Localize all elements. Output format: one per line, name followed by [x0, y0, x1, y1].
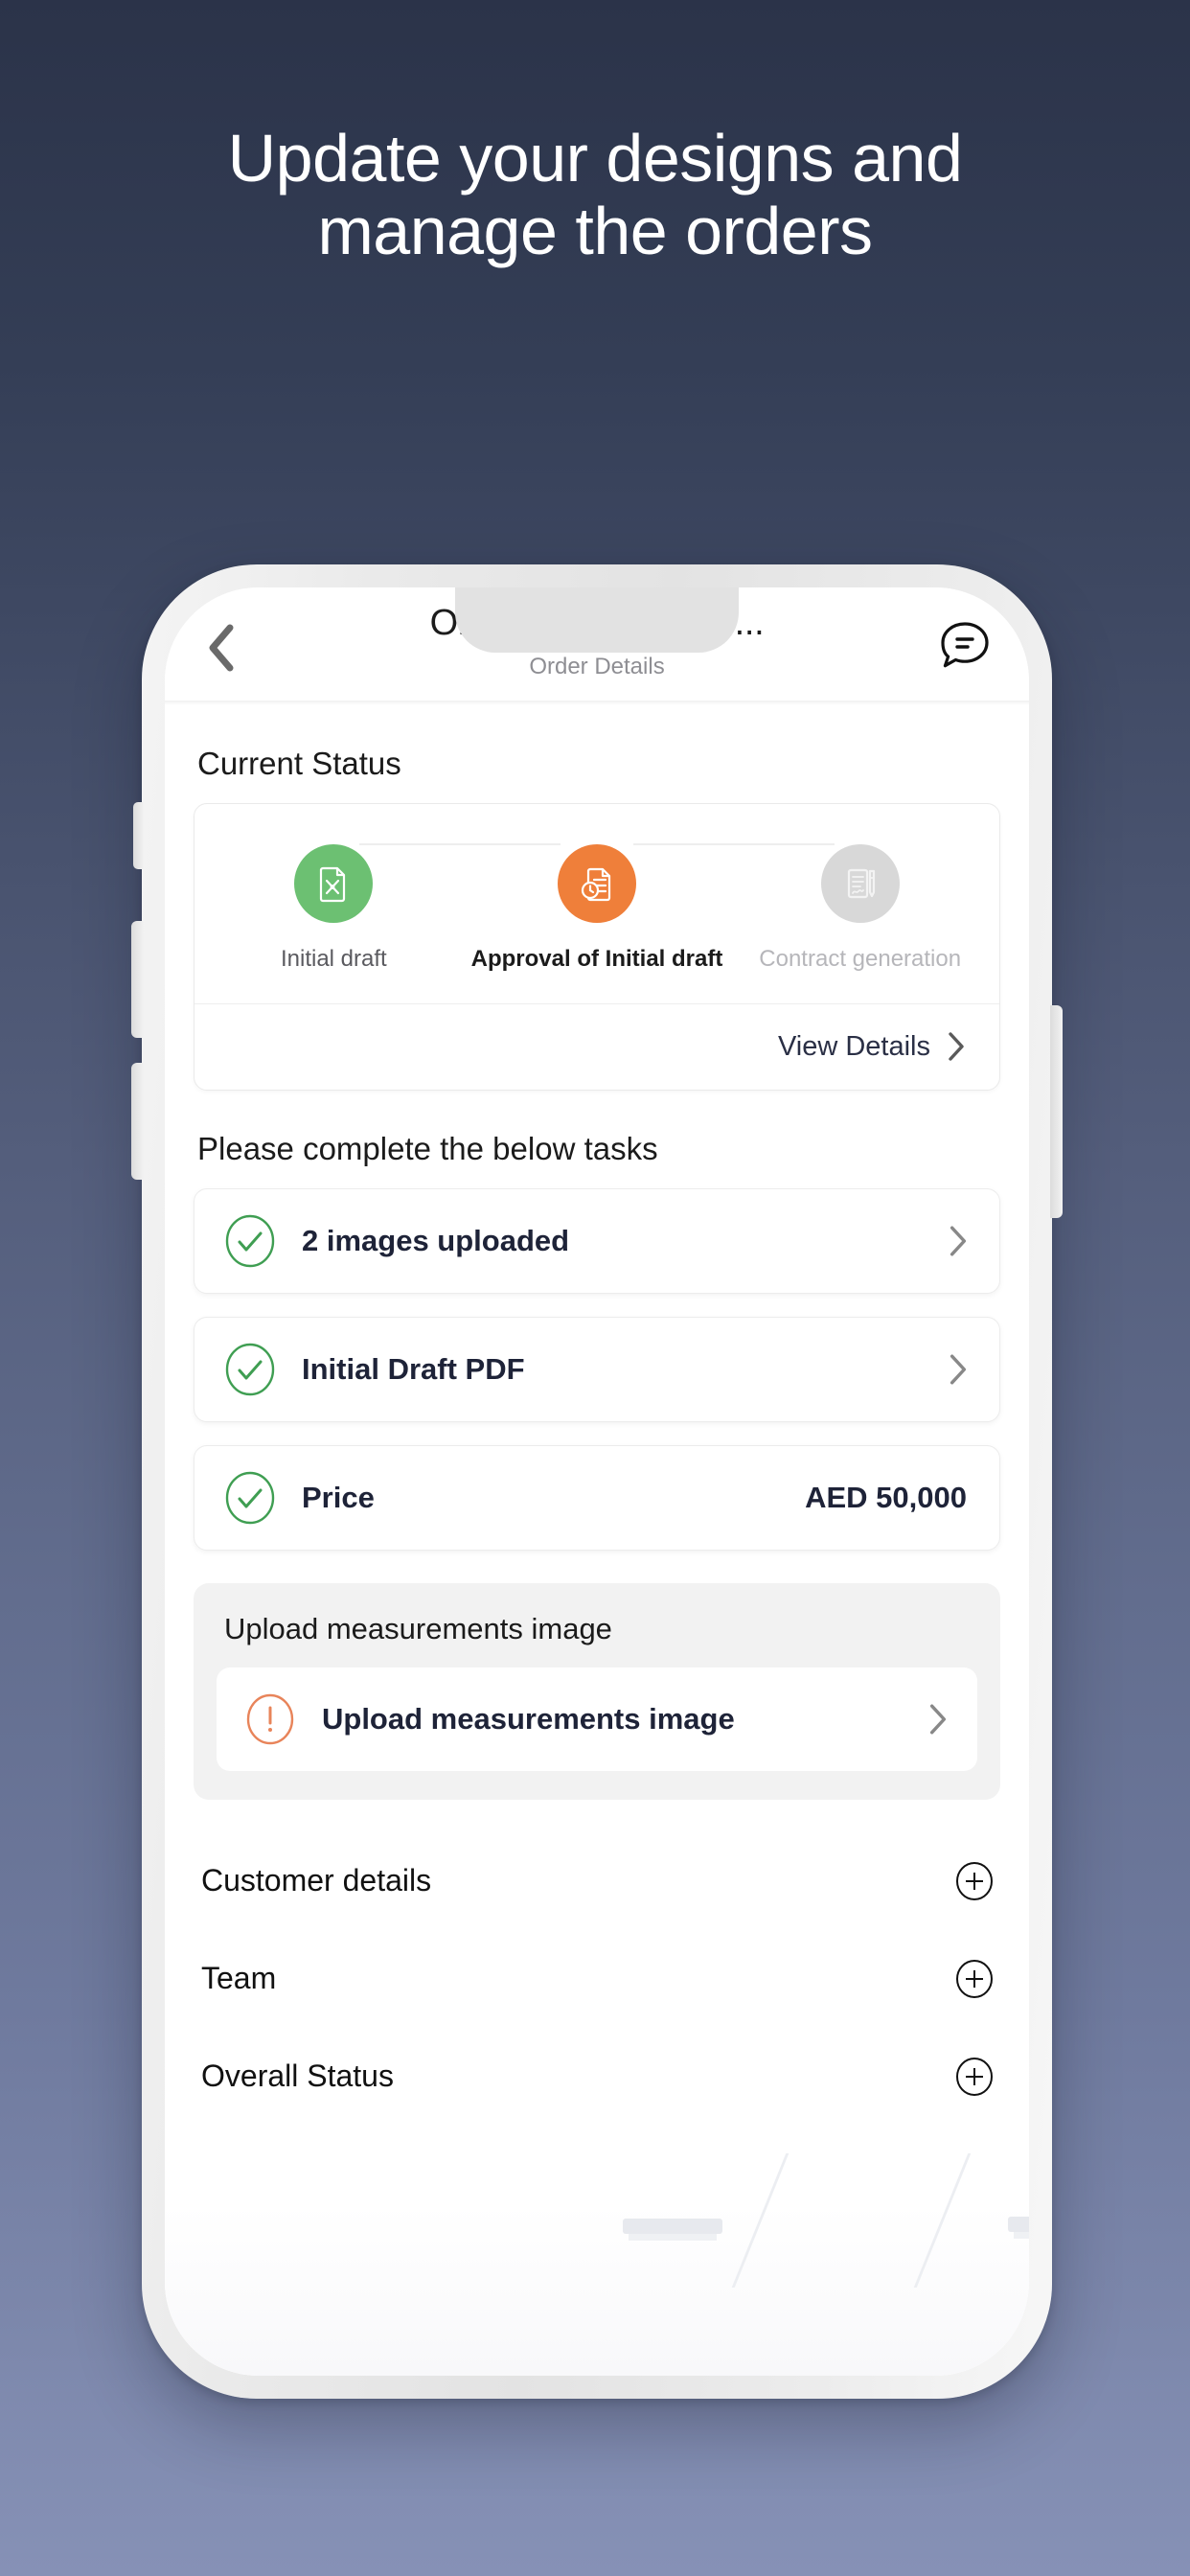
task-label: Price — [302, 1480, 375, 1514]
check-circle-icon — [225, 1214, 275, 1267]
step-approval-label: Approval of Initial draft — [470, 946, 723, 972]
step-initial-draft-label: Initial draft — [280, 946, 387, 972]
accordion-label: Overall Status — [201, 2058, 394, 2094]
step-contract-label: Contract generation — [759, 946, 962, 972]
task-label: 2 images uploaded — [302, 1223, 570, 1257]
tasks-title: Please complete the below tasks — [197, 1130, 658, 1166]
accordion-row-overall-status[interactable]: Overall Status — [194, 2028, 1000, 2126]
task-value-price: AED 50,000 — [805, 1480, 967, 1514]
task-list: 2 images uploaded Initial Draft PDF Pric… — [194, 1187, 1000, 1551]
task-label: Initial Draft PDF — [302, 1351, 525, 1386]
plus-circle-icon — [956, 1959, 993, 1998]
upload-measurements-section: Upload measurements image Upload measure… — [194, 1582, 1000, 1800]
upload-measurements-row[interactable]: Upload measurements image — [217, 1667, 977, 1771]
alert-circle-icon — [246, 1693, 294, 1744]
document-design-icon — [320, 866, 346, 903]
stepper-connector-2 — [632, 843, 835, 845]
status-stepper: Initial draft Approval of Initial draft … — [195, 804, 999, 1003]
view-details-button[interactable]: View Details — [195, 1004, 999, 1090]
chevron-right-icon — [950, 1354, 967, 1385]
stepper-connector-1 — [359, 843, 561, 845]
upload-row-label: Upload measurements image — [322, 1701, 735, 1736]
phone-volume-up-button[interactable] — [131, 921, 144, 1038]
stepper-step-approval[interactable]: Approval of Initial draft — [466, 844, 729, 975]
accordion-row-team[interactable]: Team — [194, 1930, 1000, 2028]
phone-mockup: Order ID: JRP2345... Order Details Curre… — [131, 564, 1063, 2399]
status-card: Initial draft Approval of Initial draft … — [194, 803, 1000, 1091]
task-row-initial-draft-pdf[interactable]: Initial Draft PDF — [194, 1316, 1000, 1422]
check-circle-icon — [225, 1471, 275, 1524]
phone-notch — [455, 587, 739, 653]
phone-volume-down-button[interactable] — [131, 1063, 144, 1180]
accordion-row-customer-details[interactable]: Customer details — [194, 1832, 1000, 1930]
document-clock-icon — [581, 867, 611, 902]
upload-section-title: Upload measurements image — [224, 1611, 612, 1645]
chevron-right-icon — [929, 1704, 947, 1735]
plus-circle-icon — [956, 2057, 993, 2096]
step-initial-draft-circle — [294, 844, 374, 923]
plus-circle-icon — [956, 1861, 993, 1900]
current-status-title: Current Status — [197, 746, 401, 781]
app-content: Current Status Initial draft Approval of… — [165, 705, 1029, 2376]
chat-bubble-icon — [941, 622, 989, 668]
phone-mute-switch[interactable] — [133, 802, 144, 869]
stepper-step-initial-draft[interactable]: Initial draft — [202, 844, 466, 975]
task-row-price[interactable]: Price AED 50,000 — [194, 1444, 1000, 1551]
check-circle-icon — [225, 1343, 275, 1395]
accordion-list: Customer details Team Overall Status — [194, 1832, 1000, 2126]
stepper-step-contract[interactable]: Contract generation — [728, 844, 992, 975]
phone-screen: Order ID: JRP2345... Order Details Curre… — [165, 587, 1029, 2376]
contract-pen-icon — [847, 868, 875, 899]
step-contract-circle — [820, 844, 900, 923]
chevron-right-icon — [949, 1032, 964, 1061]
accordion-label: Team — [201, 1961, 277, 1996]
view-details-label: View Details — [777, 1030, 930, 1062]
phone-power-button[interactable] — [1050, 1005, 1063, 1218]
chevron-right-icon — [950, 1226, 967, 1256]
page-headline: Update your designs and manage the order… — [227, 121, 963, 268]
step-approval-circle — [558, 844, 636, 923]
page-subtitle: Order Details — [529, 654, 665, 679]
accordion-label: Customer details — [201, 1863, 432, 1898]
task-row-images-uploaded[interactable]: 2 images uploaded — [194, 1187, 1000, 1294]
chat-button[interactable] — [935, 616, 995, 676]
